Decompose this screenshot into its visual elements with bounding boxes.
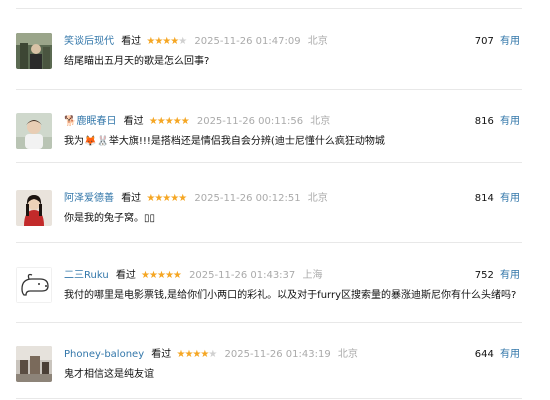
author-link[interactable]: 二三Ruku <box>64 270 109 281</box>
author-link[interactable]: 阿泽爱德善 <box>64 193 114 204</box>
useful-button[interactable]: 有用 <box>500 349 520 360</box>
avatar[interactable] <box>16 346 52 382</box>
rating-stars: ★★★★★ <box>141 270 182 281</box>
comment-time: 2025-11-26 01:43:19 <box>224 349 331 360</box>
vote-count: 707 <box>474 36 494 47</box>
comment-content: 我付的哪里是电影票钱,是给你们小两口的彩礼。以及对于furry区搜索量的暴涨迪斯… <box>64 290 517 301</box>
rating-stars: ★★★★★ <box>146 36 187 47</box>
comment-location: 北京 <box>307 193 328 204</box>
avatar[interactable] <box>16 267 52 303</box>
comment-content: 鬼才相信这是纯友谊 <box>64 369 154 380</box>
vote-count: 644 <box>474 349 494 360</box>
useful-button[interactable]: 有用 <box>500 270 520 281</box>
author-link[interactable]: 笑谈后现代 <box>64 36 114 47</box>
divider <box>16 89 522 90</box>
comment-time: 2025-11-26 00:11:56 <box>196 116 304 127</box>
divider <box>16 242 522 243</box>
rating-stars: ★★★★★ <box>146 193 187 204</box>
vote-count: 814 <box>474 193 494 204</box>
comment-content: 结尾瞄出五月天的歌是怎么回事? <box>64 56 210 67</box>
divider <box>16 8 522 9</box>
comment-time: 2025-11-26 01:43:37 <box>189 270 296 281</box>
author-link[interactable]: 🐕鹿眠春日 <box>64 116 116 127</box>
avatar[interactable] <box>16 113 52 149</box>
comment-content: 我为🦊🐰举大旗!!!是搭档还是情侣我自会分辨(迪士尼懂什么疯狂动物城 <box>64 136 385 147</box>
rating-stars: ★★★★★ <box>148 116 190 127</box>
watch-status: 看过 <box>121 36 142 47</box>
watch-status: 看过 <box>121 193 142 204</box>
comment-location: 北京 <box>307 36 328 47</box>
vote-count: 816 <box>474 116 494 127</box>
comment-location: 北京 <box>310 116 331 127</box>
useful-button[interactable]: 有用 <box>500 193 520 204</box>
avatar[interactable] <box>16 190 52 226</box>
comment-location: 北京 <box>337 349 358 360</box>
comment-content: 你是我的兔子窝。▯▯ <box>64 213 156 224</box>
avatar[interactable] <box>16 33 52 69</box>
comment-time: 2025-11-26 00:12:51 <box>194 193 301 204</box>
divider <box>16 398 522 399</box>
divider <box>16 162 522 163</box>
useful-button[interactable]: 有用 <box>500 36 520 47</box>
watch-status: 看过 <box>151 349 172 360</box>
author-link[interactable]: Phoney-baloney <box>64 349 144 360</box>
watch-status: 看过 <box>123 116 144 127</box>
comment-list: 笑谈后现代 看过 ★★★★★ 2025-11-26 01:47:09 北京 70… <box>0 0 550 400</box>
rating-stars: ★★★★★ <box>176 349 217 360</box>
vote-count: 752 <box>474 270 494 281</box>
useful-button[interactable]: 有用 <box>500 116 520 127</box>
comment-time: 2025-11-26 01:47:09 <box>194 36 301 47</box>
divider <box>16 322 522 323</box>
watch-status: 看过 <box>115 270 136 281</box>
comment-location: 上海 <box>302 270 323 281</box>
